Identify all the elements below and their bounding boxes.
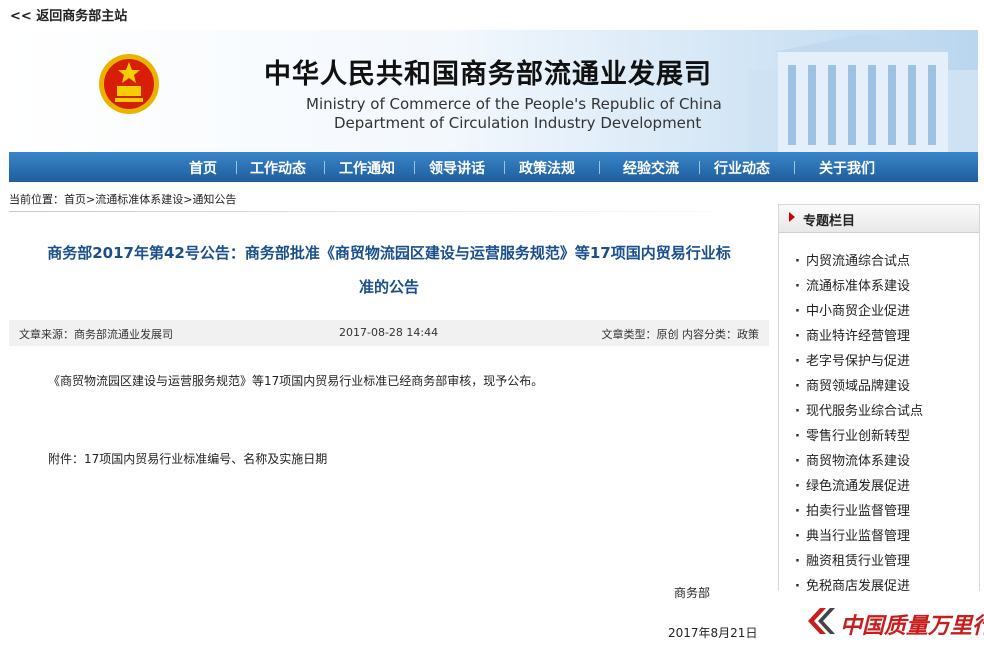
topic-sidebar: 专题栏目 内贸流通综合试点 流通标准体系建设 中小商贸企业促进 商业特许经营管理… — [778, 204, 980, 594]
sidebar-item[interactable]: 免税商店发展促进 — [795, 575, 910, 594]
nav-leader-speeches[interactable]: 领导讲话 — [429, 158, 485, 178]
nav-work-notices[interactable]: 工作通知 — [339, 158, 395, 178]
national-emblem-icon — [99, 54, 159, 114]
article-attachment[interactable]: 附件：17项国内贸易行业标准编号、名称及实施日期 — [48, 450, 327, 467]
sidebar-item[interactable]: 零售行业创新转型 — [795, 425, 910, 444]
sidebar-item[interactable]: 商贸领域品牌建设 — [795, 375, 910, 394]
sidebar-item[interactable]: 商贸物流体系建设 — [795, 450, 910, 469]
sidebar-item[interactable]: 商业特许经营管理 — [795, 325, 910, 344]
breadcrumb-divider — [9, 211, 769, 212]
article-title: 商务部2017年第42号公告：商务部批准《商贸物流园区建设与运营服务规范》等17… — [47, 244, 731, 296]
nav-industry-news[interactable]: 行业动态 — [714, 158, 770, 178]
breadcrumb-label: 当前位置： — [9, 193, 64, 206]
breadcrumb: 当前位置：首页>流通标准体系建设>通知公告 — [9, 193, 237, 206]
sidebar-item[interactable]: 流通标准体系建设 — [795, 275, 910, 294]
nav-about-us[interactable]: 关于我们 — [819, 158, 875, 178]
sidebar-item[interactable]: 典当行业监督管理 — [795, 525, 910, 544]
sidebar-title: 专题栏目 — [803, 214, 856, 229]
watermark-logo: 中国质量万里行 — [806, 604, 984, 639]
breadcrumb-standards[interactable]: 流通标准体系建设 — [95, 193, 183, 206]
nav-work-news[interactable]: 工作动态 — [250, 158, 306, 178]
main-navigation: 首页 工作动态 工作通知 领导讲话 政策法规 经验交流 行业动态 关于我们 — [9, 152, 978, 182]
sidebar-item[interactable]: 中小商贸企业促进 — [795, 300, 910, 319]
nav-experience[interactable]: 经验交流 — [623, 158, 679, 178]
article-sign-date: 2017年8月21日 — [668, 626, 758, 640]
back-to-main-site-link[interactable]: << 返回商务部主站 — [10, 5, 127, 24]
building-illustration — [748, 34, 978, 152]
site-title-en-line1: Ministry of Commerce of the People's Rep… — [306, 95, 722, 113]
sidebar-header: 专题栏目 — [779, 205, 979, 233]
top-bar: << 返回商务部主站 — [0, 0, 984, 28]
watermark-text: 中国质量万里行 — [840, 613, 984, 639]
article-date: 2017-08-28 14:44 — [339, 326, 439, 339]
article-source: 文章来源：商务部流通业发展司 — [19, 328, 173, 341]
article-body: 《商贸物流园区建设与运营服务规范》等17项国内贸易行业标准已经商务部审核，现予公… — [48, 374, 544, 388]
sidebar-item[interactable]: 拍卖行业监督管理 — [795, 500, 910, 519]
breadcrumb-home[interactable]: 首页 — [64, 193, 86, 206]
red-arrow-icon — [789, 212, 795, 222]
site-title-en-line2: Department of Circulation Industry Devel… — [334, 114, 702, 132]
sidebar-item[interactable]: 内贸流通综合试点 — [795, 250, 910, 269]
nav-home[interactable]: 首页 — [189, 158, 217, 178]
sidebar-item[interactable]: 绿色流通发展促进 — [795, 475, 910, 494]
sidebar-item[interactable]: 现代服务业综合试点 — [795, 400, 923, 419]
site-title-cn: 中华人民共和国商务部流通业发展司 — [264, 59, 712, 90]
article-type: 文章类型：原创 内容分类：政策 — [601, 328, 760, 341]
sidebar-item[interactable]: 融资租赁行业管理 — [795, 550, 910, 569]
article-meta-bar: 文章来源：商务部流通业发展司 2017-08-28 14:44 文章类型：原创 … — [9, 320, 769, 346]
sidebar-item[interactable]: 老字号保护与促进 — [795, 350, 910, 369]
nav-policies[interactable]: 政策法规 — [519, 158, 575, 178]
breadcrumb-notices[interactable]: 通知公告 — [192, 193, 236, 206]
header-banner: 中华人民共和国商务部流通业发展司 Ministry of Commerce of… — [9, 30, 978, 152]
chevron-logo-icon — [808, 608, 835, 634]
article-signature: 商务部 — [674, 586, 711, 600]
